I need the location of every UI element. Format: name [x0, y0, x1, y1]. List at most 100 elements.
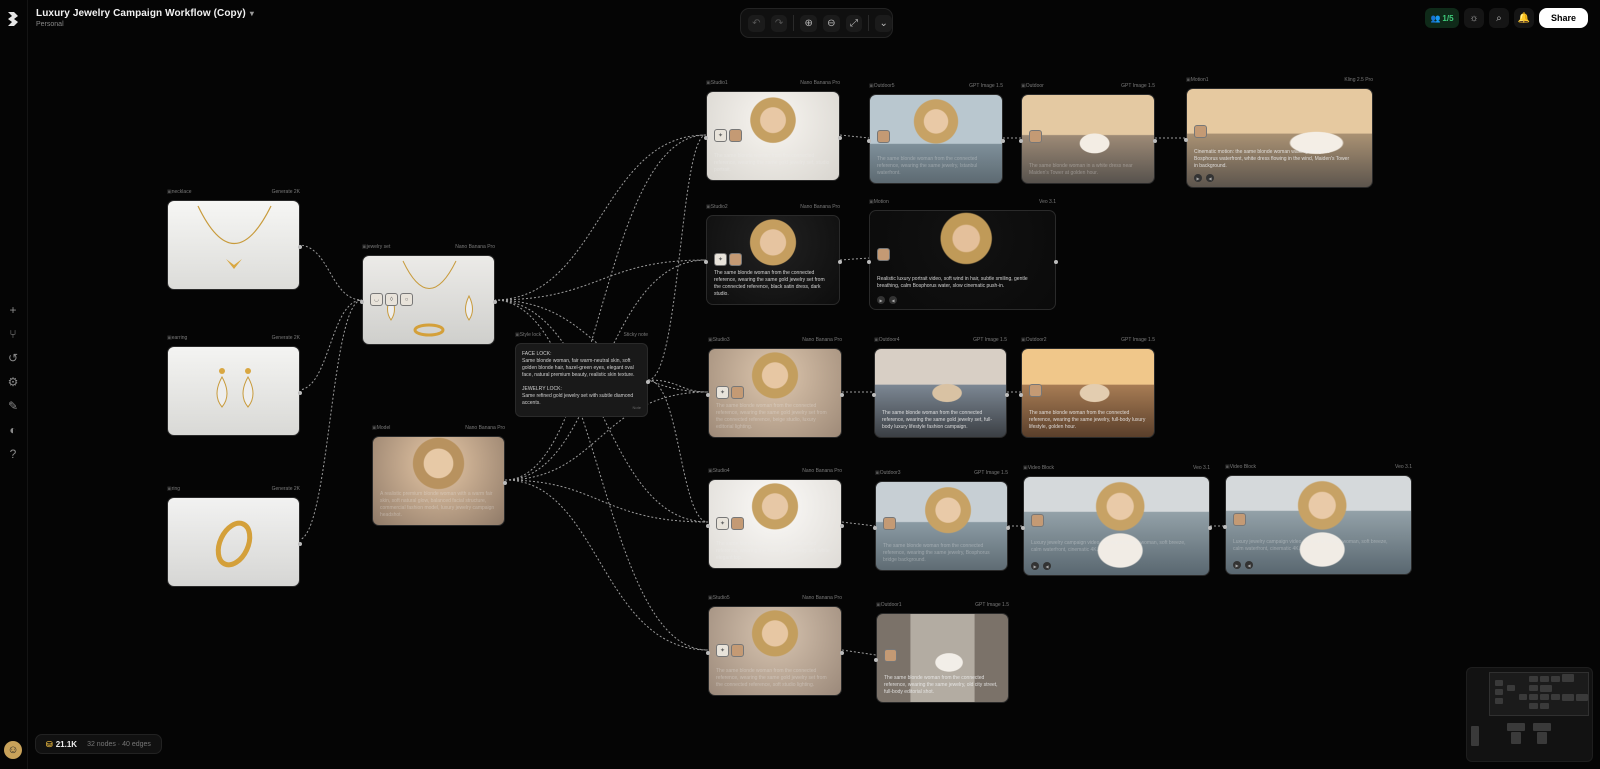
sticky-note-body[interactable]: FACE LOCK: Same blonde woman, fair warm-… [515, 343, 648, 417]
zoom-in-icon[interactable]: ⊕ [800, 14, 817, 32]
node-motion1[interactable]: Motion1 Kling 2.5 Pro Cinematic motion: t… [1184, 77, 1373, 188]
face-ref-icon[interactable] [877, 248, 890, 261]
output-port[interactable] [646, 380, 650, 384]
play-icon[interactable]: ▶ [1031, 562, 1039, 570]
earring-ref-icon[interactable]: ◊ [385, 293, 398, 306]
node-outdoor5[interactable]: Outdoor5 GPT Image 1.5 The same blonde wo… [867, 83, 1005, 184]
input-port[interactable] [706, 651, 710, 655]
input-port[interactable] [867, 260, 871, 264]
input-port[interactable] [872, 393, 876, 397]
volume-icon[interactable]: ◀ [1043, 562, 1051, 570]
theme-toggle-icon[interactable]: ☼ [1463, 8, 1484, 28]
more-chevron-icon[interactable]: ⌄ [875, 14, 892, 32]
play-icon[interactable]: ▶ [877, 296, 885, 304]
node-outdoor[interactable]: Outdoor GPT Image 1.5 The same blonde wom… [1019, 83, 1157, 184]
input-port[interactable] [360, 300, 364, 304]
history-icon[interactable]: ↺ [5, 350, 21, 366]
jewelry-ref-icon[interactable]: ✦ [716, 386, 729, 399]
jewelry-ref-icon[interactable]: ✦ [716, 644, 729, 657]
jewelry-ref-icon[interactable]: ✦ [714, 129, 727, 142]
node-studio5[interactable]: Studio5 Nano Banana Pro ✦ The same blonde… [706, 595, 844, 696]
input-port[interactable] [1223, 525, 1227, 529]
node-style-lock-note[interactable]: Style lock Sticky note FACE LOCK: Same bl… [515, 332, 650, 417]
app-logo-icon[interactable] [6, 11, 20, 27]
face-ref-icon[interactable] [1031, 514, 1044, 527]
output-port[interactable] [1054, 260, 1058, 264]
bell-icon[interactable]: 🔔 [1513, 8, 1534, 28]
play-icon[interactable]: ▶ [1194, 174, 1202, 182]
face-ref-icon[interactable] [877, 130, 890, 143]
output-port[interactable] [1208, 526, 1212, 530]
output-port[interactable] [1005, 393, 1009, 397]
output-port[interactable] [298, 245, 302, 249]
credits-balance[interactable]: ⛁ 21.1K [46, 740, 77, 749]
input-port[interactable] [1021, 526, 1025, 530]
face-ref-icon[interactable] [731, 644, 744, 657]
face-ref-icon[interactable] [1029, 130, 1042, 143]
pen-icon[interactable]: ✎ [5, 398, 21, 414]
input-port[interactable] [867, 139, 871, 143]
node-outdoor4[interactable]: Outdoor4 GPT Image 1.5 The same blonde wo… [872, 337, 1009, 438]
jewelry-ref-icon[interactable]: ✦ [714, 253, 727, 266]
branch-icon[interactable]: ⑂ [5, 326, 21, 342]
input-port[interactable] [1184, 138, 1188, 142]
node-studio2[interactable]: Studio2 Nano Banana Pro ✦ The same blonde… [704, 204, 842, 305]
node-video-block-2[interactable]: Video Block Veo 3.1 Luxury jewelry campai… [1223, 464, 1412, 575]
necklace-ref-icon[interactable]: ◡ [370, 293, 383, 306]
face-ref-icon[interactable] [884, 649, 897, 662]
volume-icon[interactable]: ◀ [1245, 561, 1253, 569]
face-ref-icon[interactable] [1233, 513, 1246, 526]
node-motion[interactable]: Motion Veo 3.1 Realistic luxury portrait … [867, 199, 1058, 310]
face-ref-icon[interactable] [731, 517, 744, 530]
input-port[interactable] [1019, 393, 1023, 397]
node-ring[interactable]: ring Generate 2K [167, 486, 302, 587]
collaborators-button[interactable]: 👥 1/5 [1424, 8, 1459, 28]
volume-icon[interactable]: ◀ [1206, 174, 1214, 182]
face-ref-icon[interactable] [883, 517, 896, 530]
minimap-viewport[interactable] [1489, 672, 1589, 716]
face-ref-icon[interactable] [1194, 125, 1207, 138]
jewelry-ref-icon[interactable]: ✦ [716, 517, 729, 530]
output-port[interactable] [493, 300, 497, 304]
zoom-out-icon[interactable]: ⊖ [823, 14, 840, 32]
project-title[interactable]: Luxury Jewelry Campaign Workflow (Copy) ▾ [36, 8, 254, 19]
input-port[interactable] [1019, 139, 1023, 143]
output-port[interactable] [298, 542, 302, 546]
node-studio1[interactable]: Studio1 Nano Banana Pro ✦ The same blonde… [704, 80, 842, 181]
node-outdoor3[interactable]: Outdoor3 GPT Image 1.5 The same blonde wo… [873, 470, 1010, 571]
node-studio3[interactable]: Studio3 Nano Banana Pro ✦ The same blonde… [706, 337, 844, 438]
node-outdoor1[interactable]: Outdoor1 GPT Image 1.5 The same blonde wo… [874, 602, 1009, 703]
node-outdoor2[interactable]: Outdoor2 GPT Image 1.5 The same blonde wo… [1019, 337, 1155, 438]
input-port[interactable] [704, 260, 708, 264]
help-icon[interactable]: ? [5, 446, 21, 462]
output-port[interactable] [840, 393, 844, 397]
input-port[interactable] [874, 658, 878, 662]
node-jewelry-set[interactable]: jewelry set Nano Banana Pro ◡◊○ [360, 244, 497, 345]
ring-ref-icon[interactable]: ○ [400, 293, 413, 306]
settings-gear-icon[interactable]: ⚙ [5, 374, 21, 390]
output-port[interactable] [838, 260, 842, 264]
output-port[interactable] [840, 524, 844, 528]
node-necklace[interactable]: necklace Generate 2K [167, 189, 302, 290]
undo-icon[interactable]: ↶ [748, 14, 765, 32]
input-port[interactable] [704, 136, 708, 140]
volume-icon[interactable]: ◀ [889, 296, 897, 304]
input-port[interactable] [706, 524, 710, 528]
output-port[interactable] [838, 136, 842, 140]
fit-view-icon[interactable]: ⤢ [845, 14, 863, 32]
face-ref-icon[interactable] [729, 129, 742, 142]
output-port[interactable] [503, 481, 507, 485]
user-avatar[interactable]: ☺ [4, 741, 22, 759]
palette-icon[interactable]: ◐ [5, 422, 21, 438]
search-icon[interactable]: ⌕ [1488, 8, 1509, 28]
face-ref-icon[interactable] [729, 253, 742, 266]
share-button[interactable]: Share [1538, 8, 1588, 28]
add-node-icon[interactable]: + [5, 302, 21, 318]
play-icon[interactable]: ▶ [1233, 561, 1241, 569]
node-earring[interactable]: earring Generate 2K [167, 335, 302, 436]
node-model[interactable]: Model Nano Banana Pro A realistic premium… [372, 425, 507, 526]
face-ref-icon[interactable] [1029, 384, 1042, 397]
node-video-block-1[interactable]: Video Block Veo 3.1 Luxury jewelry campai… [1021, 465, 1212, 576]
input-port[interactable] [706, 393, 710, 397]
output-port[interactable] [1153, 139, 1157, 143]
